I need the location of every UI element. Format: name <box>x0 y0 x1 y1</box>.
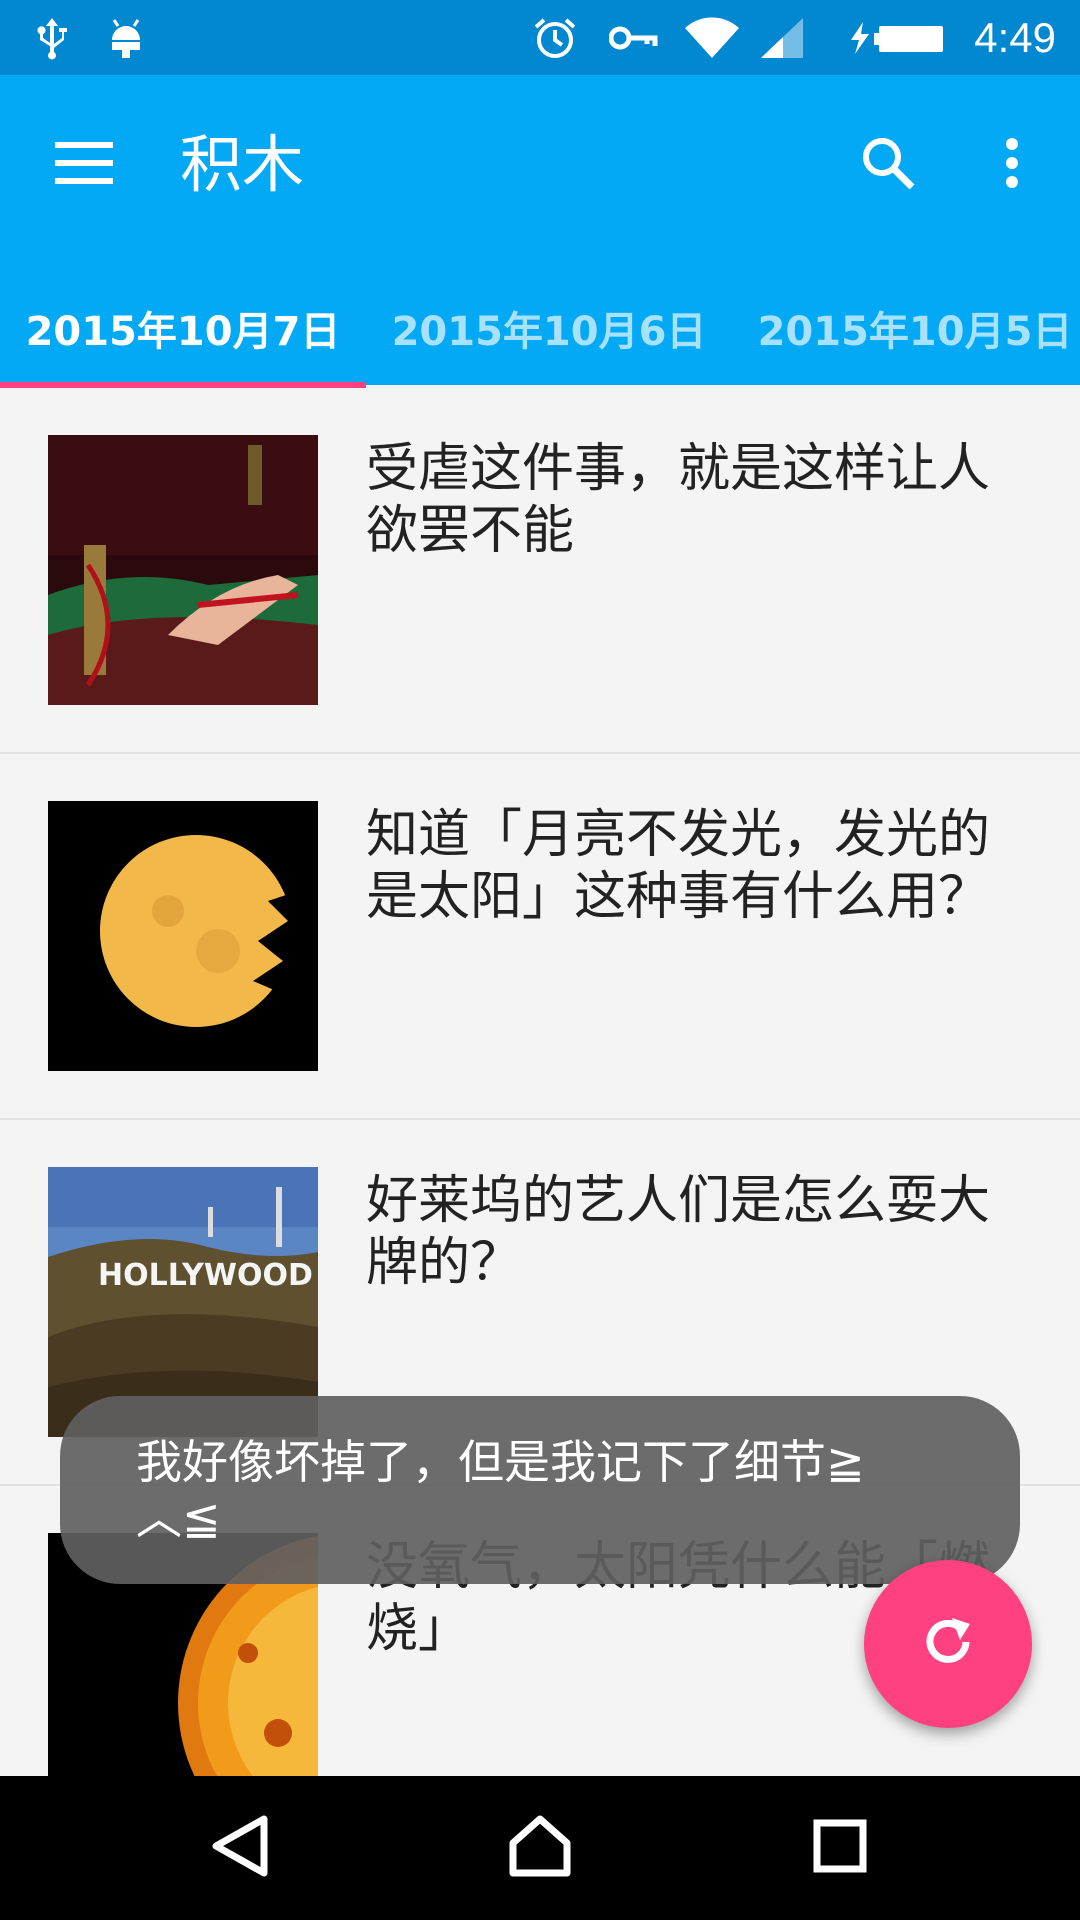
home-button[interactable] <box>480 1796 600 1900</box>
tab-2015-10-06[interactable]: 2015年10月6日 <box>366 270 732 385</box>
back-icon <box>210 1813 270 1883</box>
recents-button[interactable] <box>780 1796 900 1900</box>
tab-2015-10-07[interactable]: 2015年10月7日 <box>0 270 366 385</box>
article-thumbnail-hand <box>48 435 318 705</box>
android-debug-icon <box>104 14 148 62</box>
more-vert-icon <box>1004 137 1020 193</box>
home-icon <box>507 1813 573 1883</box>
article-title: 受虐这件事，就是这样让人欲罢不能 <box>366 439 991 561</box>
refresh-icon <box>920 1614 976 1674</box>
date-tabs: 2015年10月7日 2015年10月6日 2015年10月5日 <box>0 270 1080 385</box>
back-button[interactable] <box>180 1796 300 1900</box>
tab-2015-10-05[interactable]: 2015年10月5日 <box>732 270 1080 385</box>
refresh-button[interactable] <box>864 1560 1032 1728</box>
toast-message: 我好像坏掉了，但是我记下了细节≧︿≦ <box>60 1396 1020 1584</box>
status-bar: 4:49 <box>0 0 1080 75</box>
vpn-key-icon <box>608 14 660 62</box>
search-icon <box>860 135 916 195</box>
app-title: 积木 <box>180 128 305 201</box>
alarm-icon <box>530 14 580 62</box>
menu-button[interactable] <box>36 117 132 213</box>
wifi-icon <box>682 14 742 62</box>
svg-text:HOLLYWOOD: HOLLYWOOD <box>98 1258 313 1293</box>
article-title: 知道「月亮不发光，发光的是太阳」这种事有什么用？ <box>366 805 991 927</box>
battery-charging-icon <box>846 14 954 62</box>
signal-icon <box>758 14 806 62</box>
usb-icon <box>30 14 74 62</box>
menu-icon <box>55 142 113 188</box>
list-item[interactable]: 受虐这件事，就是这样让人欲罢不能 <box>0 388 1080 754</box>
search-button[interactable] <box>840 117 936 213</box>
navigation-bar <box>0 1776 1080 1920</box>
clock: 4:49 <box>974 14 1056 61</box>
article-thumbnail-moon <box>48 801 318 1071</box>
article-title: 好莱坞的艺人们是怎么耍大牌的？ <box>366 1171 991 1293</box>
more-options-button[interactable] <box>964 117 1060 213</box>
app-bar: 积木 2015年10月7日 2015年10月6日 2015年10月5日 <box>0 75 1080 388</box>
recents-icon <box>812 1818 868 1878</box>
list-item[interactable]: 知道「月亮不发光，发光的是太阳」这种事有什么用？ <box>0 754 1080 1120</box>
